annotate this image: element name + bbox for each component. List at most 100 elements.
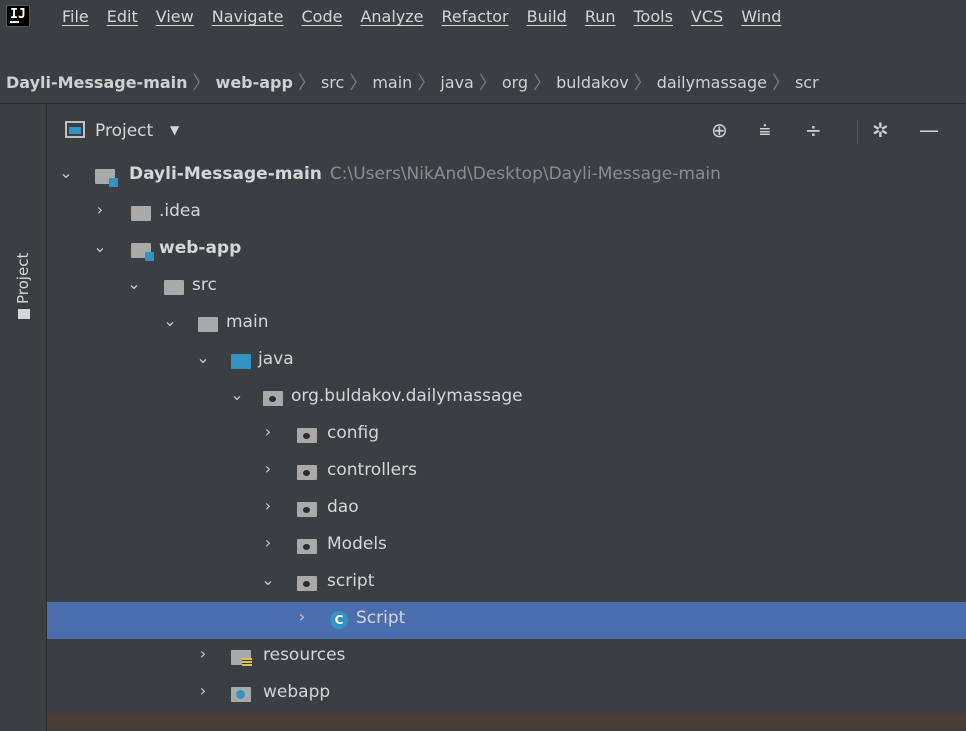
menu-file[interactable]: File — [62, 7, 89, 33]
folder-icon — [131, 206, 151, 221]
breadcrumb-item[interactable]: Dayli-Message-main — [6, 73, 188, 92]
chevron-down-icon[interactable]: ⌄ — [163, 311, 177, 330]
chevron-down-icon[interactable]: ▼ — [170, 123, 179, 137]
tree-item-label: java — [258, 349, 294, 369]
tree-item[interactable]: › resources — [47, 639, 966, 676]
breadcrumb-item[interactable]: scr — [795, 73, 819, 92]
tree-item[interactable]: › config — [47, 417, 966, 454]
chevron-down-icon[interactable]: ⌄ — [230, 385, 244, 404]
breadcrumb-item[interactable]: buldakov — [556, 73, 629, 92]
menu-window[interactable]: Wind — [741, 7, 781, 33]
menu-tools[interactable]: Tools — [634, 7, 673, 33]
breadcrumb-item[interactable]: org — [502, 73, 528, 92]
menu-edit[interactable]: Edit — [107, 7, 138, 33]
tree-item-label: resources — [263, 645, 346, 665]
expand-all-icon[interactable]: ⩧ — [759, 118, 771, 142]
menu-code[interactable]: Code — [302, 7, 343, 33]
menu-bar: IJ File Edit View Navigate Code Analyze … — [0, 0, 966, 94]
project-tool-tab-label: Project — [14, 252, 32, 304]
panel-title[interactable]: Project — [95, 121, 153, 141]
tree-item[interactable]: › dao — [47, 491, 966, 528]
divider — [857, 120, 858, 144]
tree-item-label: Models — [327, 534, 387, 554]
menu-refactor[interactable]: Refactor — [442, 7, 509, 33]
settings-icon[interactable]: ✲ — [872, 118, 889, 142]
java-class-icon: C — [330, 611, 348, 629]
tree-item[interactable]: ⌄ script — [47, 565, 966, 602]
chevron-right-icon[interactable]: › — [261, 422, 275, 441]
chevron-down-icon[interactable]: ⌄ — [261, 570, 275, 589]
tree-item[interactable]: ⌄ Dayli-Message-main C:\Users\NikAnd\Desk… — [47, 158, 966, 195]
tree-item[interactable]: ⌄ main — [47, 306, 966, 343]
breadcrumb-separator-icon: 〉 — [417, 73, 436, 94]
tree-item-label: web-app — [159, 238, 242, 258]
source-folder-icon — [231, 354, 251, 369]
locate-icon[interactable]: ⊕ — [711, 118, 728, 142]
chevron-down-icon[interactable]: ⌄ — [59, 163, 73, 182]
breadcrumb-item[interactable]: java — [440, 73, 474, 92]
chevron-down-icon[interactable]: ⌄ — [93, 237, 107, 256]
breadcrumb-item[interactable]: web-app — [216, 73, 293, 92]
package-icon — [297, 539, 317, 554]
tree-item-label: dao — [327, 497, 359, 517]
tree-item[interactable]: ⌄ java — [47, 343, 966, 380]
menu-navigate[interactable]: Navigate — [212, 7, 284, 33]
breadcrumb-separator-icon: 〉 — [478, 73, 497, 94]
breadcrumb-item[interactable]: dailymassage — [657, 73, 767, 92]
project-tree: ⌄ Dayli-Message-main C:\Users\NikAnd\Desk… — [47, 158, 966, 729]
menu-analyze[interactable]: Analyze — [360, 7, 423, 33]
breadcrumb-separator-icon: 〉 — [297, 73, 316, 94]
breadcrumb-separator-icon: 〉 — [533, 73, 552, 94]
tree-item-label: controllers — [327, 460, 417, 480]
menu-view[interactable]: View — [156, 7, 194, 33]
chevron-right-icon[interactable]: › — [261, 496, 275, 515]
folder-icon — [198, 317, 218, 332]
chevron-right-icon[interactable]: › — [196, 644, 210, 663]
tree-item-label: script — [327, 571, 375, 591]
chevron-down-icon[interactable]: ⌄ — [196, 348, 210, 367]
chevron-right-icon[interactable]: › — [261, 459, 275, 478]
tree-item[interactable]: ⌄ org.buldakov.dailymassage — [47, 380, 966, 417]
tree-item[interactable]: › controllers — [47, 454, 966, 491]
tree-item-label: src — [192, 275, 217, 295]
project-panel: Project ▼ ⊕ ⩧ ÷ ✲ — ⌄ Dayli-Message-main… — [47, 104, 966, 731]
breadcrumb-separator-icon: 〉 — [633, 73, 652, 94]
module-folder-icon — [131, 243, 154, 261]
chevron-down-icon[interactable]: ⌄ — [127, 274, 141, 293]
package-icon — [297, 576, 317, 591]
chevron-right-icon[interactable]: › — [196, 681, 210, 700]
chevron-right-icon[interactable]: › — [261, 533, 275, 552]
resources-folder-icon — [231, 650, 252, 667]
collapse-all-icon[interactable]: ÷ — [805, 118, 822, 142]
breadcrumb-separator-icon: 〉 — [192, 73, 211, 94]
breadcrumb-separator-icon: 〉 — [349, 73, 368, 94]
tree-item-label: Script — [356, 608, 406, 628]
main-menu: File Edit View Navigate Code Analyze Ref… — [62, 7, 781, 33]
tree-item-label: Dayli-Message-main C:\Users\NikAnd\Deskto… — [129, 164, 721, 184]
menu-run[interactable]: Run — [585, 7, 616, 33]
tree-item-label: org.buldakov.dailymassage — [291, 386, 523, 406]
breadcrumb-separator-icon: 〉 — [771, 73, 790, 94]
package-icon — [297, 428, 317, 443]
tree-item[interactable]: ⌄ web-app — [47, 232, 966, 269]
web-folder-icon — [231, 687, 251, 702]
menu-build[interactable]: Build — [527, 7, 567, 33]
tree-item-selected[interactable]: › C Script — [47, 602, 966, 639]
intellij-logo-icon[interactable]: IJ — [6, 5, 30, 27]
folder-icon — [18, 309, 30, 319]
folder-icon — [164, 280, 184, 295]
left-tool-stripe: Project — [0, 104, 47, 731]
hide-icon[interactable]: — — [919, 118, 939, 142]
module-folder-icon — [95, 169, 118, 187]
chevron-right-icon[interactable]: › — [93, 200, 107, 219]
breadcrumb-item[interactable]: src — [321, 73, 344, 92]
tree-item[interactable]: › webapp — [47, 676, 966, 713]
tree-item-label: config — [327, 423, 380, 443]
tree-item[interactable]: › Models — [47, 528, 966, 565]
menu-vcs[interactable]: VCS — [691, 7, 723, 33]
chevron-right-icon[interactable]: › — [295, 607, 309, 626]
breadcrumb-item[interactable]: main — [372, 73, 412, 92]
tree-item[interactable]: › .idea — [47, 195, 966, 232]
package-icon — [263, 391, 283, 406]
tree-item[interactable]: ⌄ src — [47, 269, 966, 306]
